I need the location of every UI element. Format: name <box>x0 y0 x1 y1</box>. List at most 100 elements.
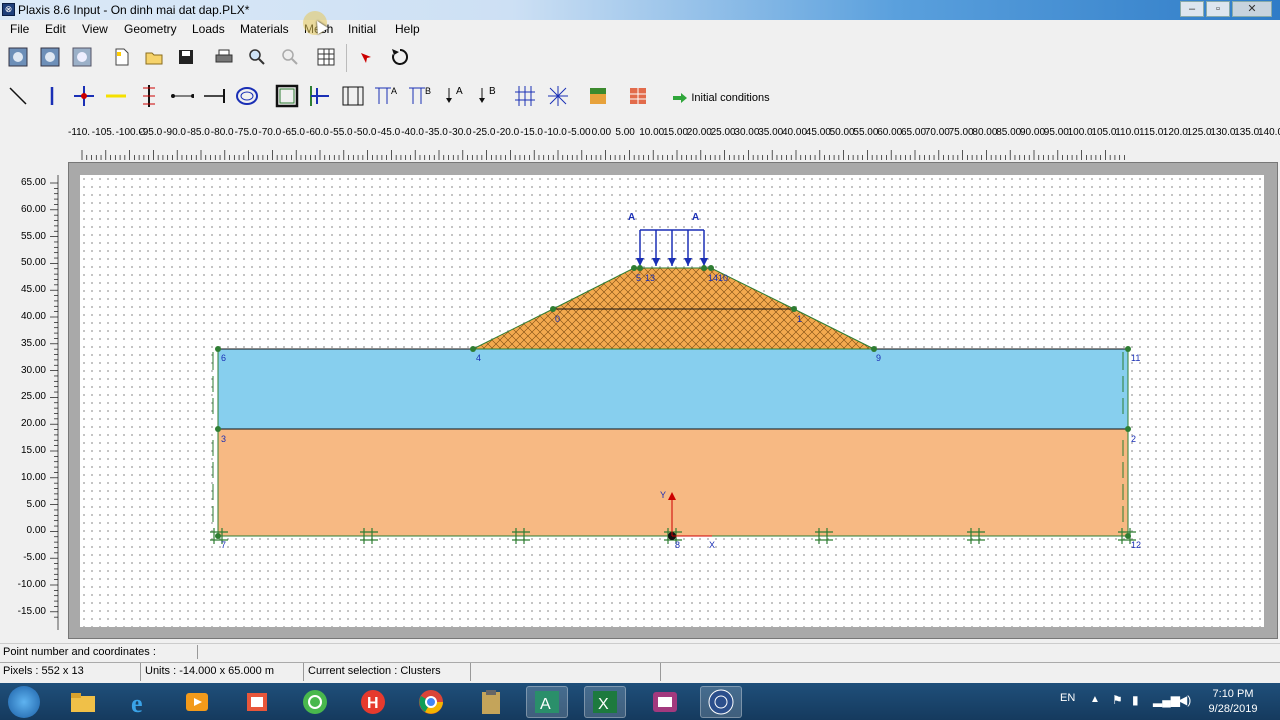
point-label-3: 3 <box>221 434 227 444</box>
upper-soil-layer[interactable] <box>217 348 1129 430</box>
network-icon[interactable]: ▂▄▆ <box>1153 693 1180 707</box>
hotspot-taskbar-icon[interactable]: H <box>352 686 394 718</box>
ruler-x-tick-label: -5.00 <box>567 127 591 138</box>
ruler-x-tick-label: -25.0 <box>472 127 496 138</box>
video-taskbar-icon[interactable] <box>644 686 686 718</box>
ruler-x-tick-label: -85.0 <box>187 127 210 138</box>
ruler-x-tick-label: 125.0 <box>1186 127 1212 138</box>
point-coordinates-input[interactable] <box>197 645 1277 659</box>
ruler-x-tick-label: 105.0 <box>1091 127 1117 138</box>
app-taskbar-icon[interactable] <box>236 686 278 718</box>
ruler-y-tick-label: -5.00 <box>23 552 46 564</box>
ruler-x-tick-label: -10.0 <box>544 127 567 138</box>
ruler-x-tick-label: 15.00 <box>663 127 689 138</box>
ruler-y-tick-label: 15.00 <box>20 445 46 456</box>
media-player-taskbar-icon[interactable] <box>176 686 218 718</box>
ruler-x-tick-label: 120.0 <box>1162 127 1188 138</box>
point-label-14: 14 <box>708 273 719 283</box>
svg-text:H: H <box>367 695 379 712</box>
clock-date[interactable]: 9/28/2019 <box>1204 703 1262 715</box>
point-label-8: 8 <box>675 540 681 550</box>
ruler-x-tick-label: 45.00 <box>805 127 831 138</box>
ruler-x-tick-label: -30.0 <box>448 127 472 138</box>
ruler-y-tick-label: 0.00 <box>26 525 46 537</box>
y-axis-label: Y <box>660 490 667 500</box>
status-selection: Current selection : Clusters <box>308 665 441 677</box>
start-button[interactable] <box>8 686 40 718</box>
ruler-x-tick-label: -20.0 <box>496 127 520 138</box>
ruler-x-tick-label: -75.0 <box>234 127 258 138</box>
ruler-x-tick-label: 50.00 <box>829 127 855 138</box>
load-label-a-left: A <box>628 212 636 223</box>
ruler-y-tick-label: 40.00 <box>20 311 46 322</box>
ruler-x-tick-label: -35.0 <box>425 127 448 138</box>
volume-icon[interactable]: ◀) <box>1178 693 1191 707</box>
ruler-x-tick-label: 85.00 <box>996 127 1022 138</box>
ruler-y-tick-label: 35.00 <box>20 337 46 349</box>
point-label-12: 12 <box>1131 540 1142 550</box>
file-explorer-taskbar-icon[interactable] <box>62 686 104 718</box>
access-taskbar-icon[interactable]: A <box>526 686 568 718</box>
distributed-load[interactable] <box>636 229 708 266</box>
status-separator <box>303 663 304 681</box>
clipboard-taskbar-icon[interactable] <box>470 686 512 718</box>
ruler-y-tick-label: 20.00 <box>20 418 46 430</box>
ruler-y-tick-label: 45.00 <box>20 284 46 296</box>
ruler-y-tick-label: -10.00 <box>17 579 46 590</box>
ruler-x-tick-label: -90.0 <box>163 127 186 138</box>
point-label-5: 5 <box>636 273 642 283</box>
status-units: Units : -14.000 x 65.000 m <box>145 665 275 677</box>
ruler-x-tick-label: 80.00 <box>972 127 998 138</box>
ruler-y-tick-label: 25.00 <box>20 391 46 403</box>
ruler-x-tick-label: -60.0 <box>306 127 329 138</box>
battery-icon[interactable]: ▮ <box>1132 693 1139 707</box>
ruler-y-tick-label: 60.00 <box>20 203 46 215</box>
load-label-a-right: A <box>692 212 700 223</box>
ruler-y-tick-label: 10.00 <box>20 471 46 483</box>
ruler-x-tick-label: -95.0 <box>139 127 163 138</box>
svg-text:A: A <box>540 696 551 713</box>
ruler-y-tick-label: -15.00 <box>17 605 46 617</box>
status-separator <box>660 663 661 681</box>
ruler-x-tick-label: 60.00 <box>877 127 903 138</box>
ruler-x-tick-label: 110.0 <box>1115 127 1140 138</box>
ruler-y-tick-label: 50.00 <box>20 257 46 269</box>
ruler-x-tick-label: -40.0 <box>401 127 424 138</box>
ruler-x-tick-label: 100.0 <box>1067 127 1093 138</box>
ruler-x-tick-label: -110. <box>68 127 91 138</box>
ruler-x-tick-label: -80.0 <box>210 127 234 138</box>
clock-time[interactable]: 7:10 PM <box>1206 688 1260 700</box>
action-center-icon[interactable]: ⚑ <box>1112 693 1123 707</box>
lower-soil-layer[interactable] <box>217 428 1129 537</box>
point-label-11: 11 <box>1131 353 1141 363</box>
ruler-x-tick-label: 30.00 <box>734 127 760 138</box>
ruler-y-tick-label: 5.00 <box>26 498 46 510</box>
ruler-x-tick-label: 10.00 <box>639 127 665 138</box>
point-label-10: 10 <box>718 273 729 283</box>
internet-explorer-taskbar-icon[interactable]: e <box>120 686 162 718</box>
point-label-6: 6 <box>221 353 227 363</box>
geometry-drawing <box>210 229 1136 544</box>
ruler-x-tick-label: 135.0 <box>1234 127 1260 138</box>
status-separator <box>470 663 471 681</box>
point-label-13: 13 <box>645 273 656 283</box>
ruler-x-tick-label: 95.00 <box>1043 127 1069 138</box>
ruler-x-tick-label: -45.0 <box>377 127 401 138</box>
ruler-x-tick-label: 140.0 <box>1258 127 1280 138</box>
ruler-x-tick-label: -105. <box>91 127 115 138</box>
ruler-x-tick-label: 20.00 <box>686 127 712 138</box>
ruler-y-tick-label: 65.00 <box>20 177 46 188</box>
ruler-x-tick-label: 40.00 <box>782 127 808 138</box>
excel-taskbar-icon[interactable]: X <box>584 686 626 718</box>
language-indicator[interactable]: EN <box>1060 692 1075 704</box>
ruler-x-tick-label: 75.00 <box>948 127 974 138</box>
point-coordinates-label: Point number and coordinates : <box>3 646 156 658</box>
plaxis-taskbar-icon[interactable] <box>700 686 742 718</box>
ruler-x-tick-label: 130.0 <box>1210 127 1236 138</box>
recorder-taskbar-icon[interactable] <box>294 686 336 718</box>
ruler-x-tick-label: -65.0 <box>282 127 305 138</box>
ruler-x-tick-label: -70.0 <box>258 127 282 138</box>
tray-up-arrow-icon[interactable]: ▲ <box>1090 694 1100 705</box>
ruler-y-tick-label: 55.00 <box>20 230 46 242</box>
chrome-taskbar-icon[interactable] <box>410 686 452 718</box>
